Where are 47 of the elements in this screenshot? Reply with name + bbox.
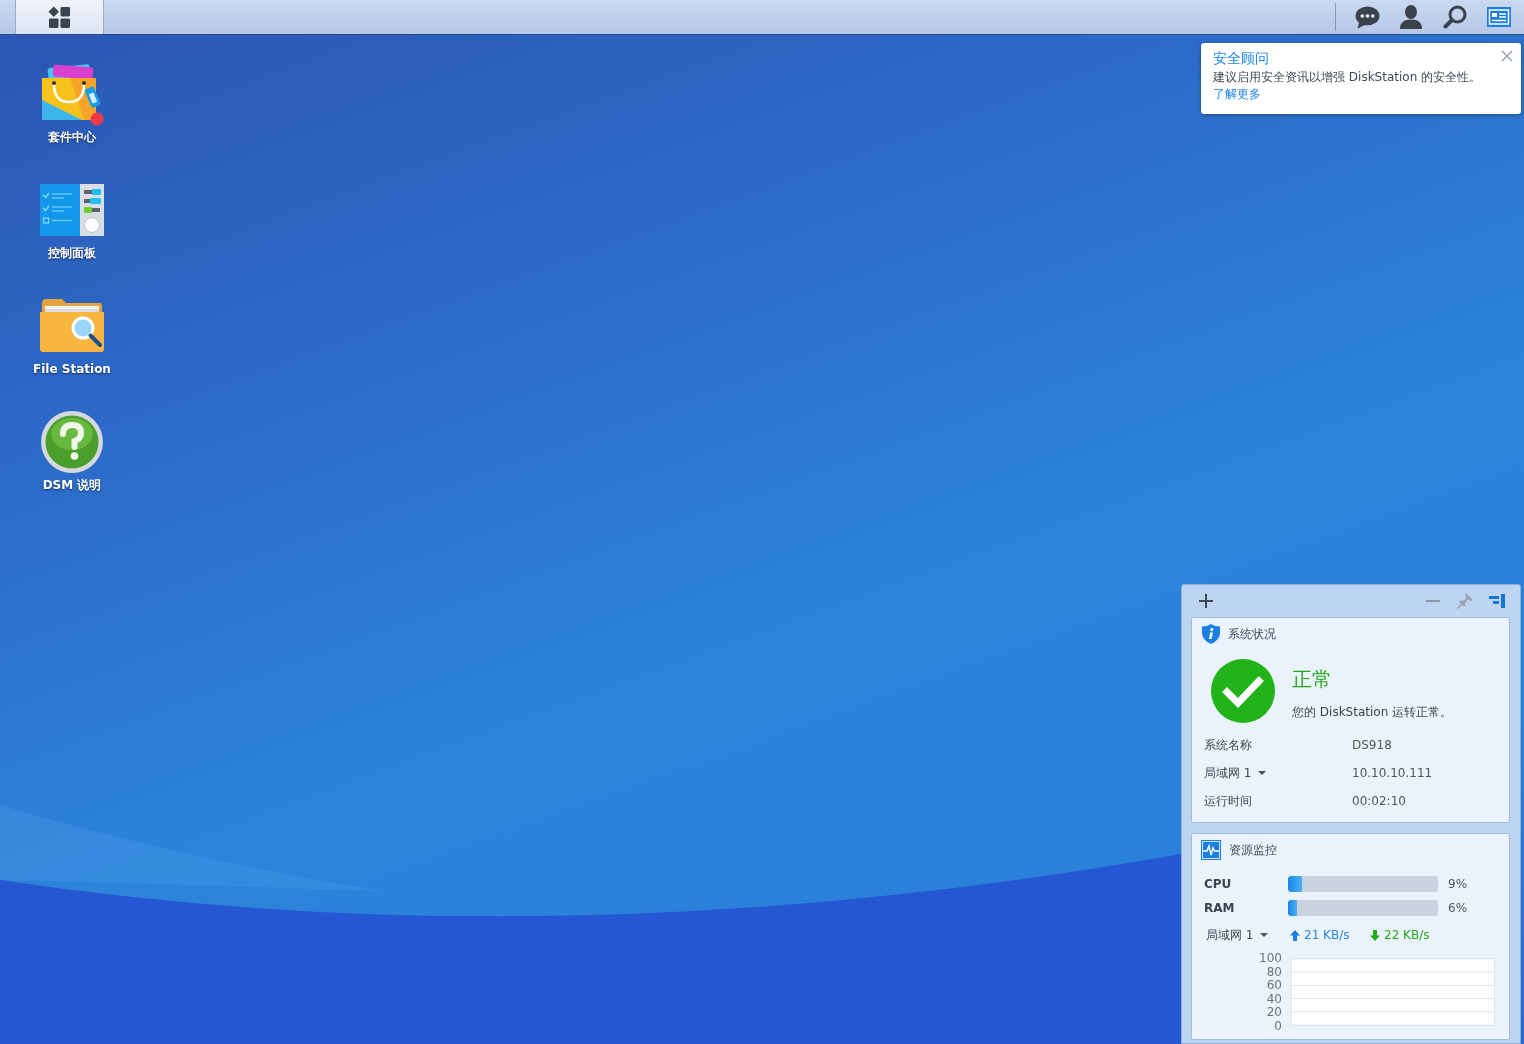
info-value: DS918 — [1352, 737, 1392, 753]
axis-tick-label: 80 — [1266, 965, 1282, 979]
plus-icon — [1199, 594, 1213, 608]
caret-icon — [1258, 771, 1267, 775]
up-arrow-icon — [1290, 929, 1300, 941]
download-rate: 22 KB/s — [1384, 927, 1430, 943]
desktop-shortcut[interactable]: DSM 说明 — [22, 410, 122, 493]
main-menu-button[interactable] — [15, 0, 104, 34]
notification-text: 建议启用安全资讯以增强 DiskStation 的安全性。 了解更多 — [1213, 69, 1483, 103]
axis-tick-label: 100 — [1259, 952, 1282, 965]
close-icon — [1501, 50, 1513, 62]
network-dropdown[interactable]: 局域网 1 — [1206, 927, 1269, 943]
info-value: 10.10.10.111 — [1352, 765, 1433, 781]
down-arrow-icon — [1370, 929, 1380, 941]
desktop-shortcut[interactable]: File Station — [22, 294, 122, 377]
minus-icon — [1426, 600, 1440, 602]
desktop-shortcut[interactable]: 控制面板 — [22, 178, 122, 261]
meter-reading: 9% — [1448, 876, 1468, 892]
apps-grid-icon — [48, 5, 71, 29]
pulse-icon — [1201, 840, 1221, 860]
learn-more-link[interactable]: 了解更多 — [1213, 87, 1261, 101]
panel-layout-icon — [1489, 594, 1505, 608]
check-circle-icon — [1211, 659, 1275, 723]
info-value: 00:02:10 — [1352, 793, 1406, 809]
card-title: 系统状况 — [1228, 626, 1276, 642]
axis-tick-label: 60 — [1266, 979, 1282, 993]
axis-tick-label: 40 — [1266, 992, 1282, 1006]
upload-rate: 21 KB/s — [1304, 927, 1350, 943]
shield-info-icon — [1202, 624, 1220, 644]
help-icon — [40, 410, 104, 474]
axis-tick-label: 0 — [1274, 1019, 1282, 1033]
network-dropdown[interactable]: 局域网 1 — [1204, 765, 1267, 781]
meter-label: RAM — [1204, 900, 1236, 916]
info-label: 系统名称 — [1204, 737, 1252, 753]
caret-icon — [1260, 933, 1269, 937]
axis-tick-label: 20 — [1266, 1006, 1282, 1020]
pin-icon — [1457, 593, 1473, 609]
meter-reading: 6% — [1448, 900, 1468, 916]
shopping-bag-icon — [40, 62, 104, 126]
notification-title: 安全顾问 — [1213, 49, 1269, 68]
desktop-shortcut[interactable]: 套件中心 — [22, 62, 122, 145]
meter-label: CPU — [1204, 876, 1233, 892]
info-label: 运行时间 — [1204, 793, 1252, 809]
card-title: 资源监控 — [1229, 842, 1277, 858]
status-text: 正常 — [1292, 666, 1332, 692]
close-button[interactable] — [1500, 49, 1514, 63]
status-message: 您的 DiskStation 运转正常。 — [1292, 704, 1453, 720]
